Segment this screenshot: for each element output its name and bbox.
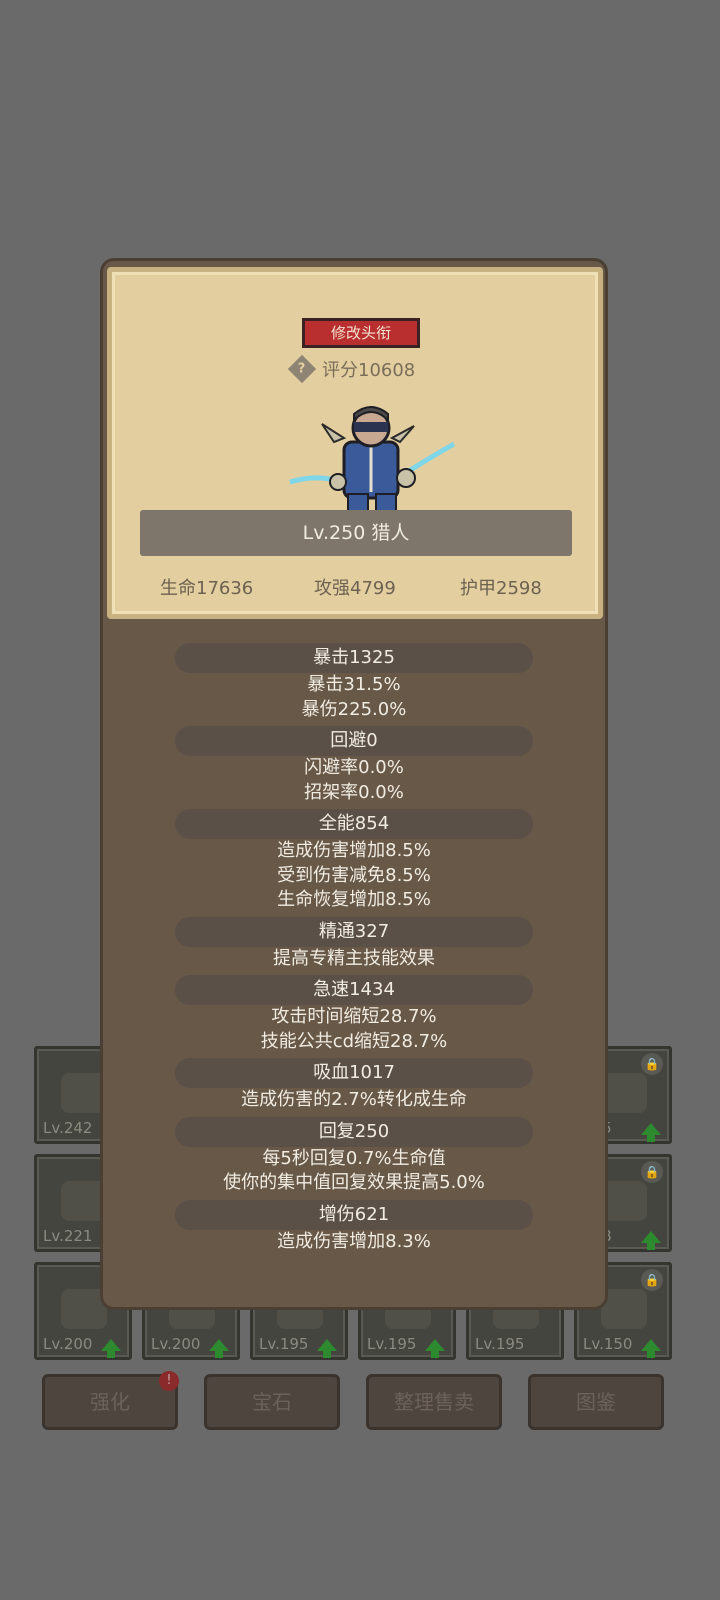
slot-level: Lv.221: [43, 1227, 93, 1245]
stat-detail-line: 每5秒回复0.7%生命值: [262, 1147, 446, 1169]
codex-label: 图鉴: [576, 1390, 616, 1414]
slot-level: Lv.195: [367, 1335, 417, 1353]
alert-badge: !: [159, 1371, 179, 1391]
stat-detail-line: 招架率0.0%: [304, 781, 404, 803]
hunter-character-portrait: [289, 406, 456, 515]
character-stats-dialog: 修改头衔 ? 评分10608 Lv.250 猎人 生命17636 攻强4799 …: [100, 258, 608, 1310]
armor-stat: 护甲2598: [460, 578, 542, 599]
rename-title-button[interactable]: 修改头衔: [302, 318, 420, 348]
lock-icon: 🔒: [641, 1053, 663, 1075]
hp-stat: 生命17636: [160, 578, 254, 599]
stat-detail-line: 造成伤害增加8.3%: [277, 1230, 431, 1252]
lock-icon: 🔒: [641, 1161, 663, 1183]
attack-stat: 攻强4799: [314, 578, 396, 599]
green-up-arrow-icon: [317, 1339, 337, 1358]
stat-detail-line: 造成伤害的2.7%转化成生命: [241, 1089, 467, 1110]
green-up-arrow-icon: [101, 1339, 121, 1358]
green-up-arrow-icon: [641, 1231, 661, 1250]
codex-button[interactable]: 图鉴: [528, 1374, 664, 1430]
stat-detail-line: 提高专精主技能效果: [273, 947, 435, 969]
stat-detail-line: 使你的集中值回复效果提高5.0%: [223, 1172, 485, 1193]
score-row: ? 评分10608: [287, 354, 416, 384]
slot-level: Lv.200: [151, 1335, 201, 1353]
stat-section-title: 暴击1325: [175, 643, 533, 673]
stat-section-title: 吸血1017: [175, 1058, 533, 1088]
stat-section-title: 全能854: [175, 809, 533, 839]
character-header-card: 修改头衔 ? 评分10608 Lv.250 猎人 生命17636 攻强4799 …: [107, 267, 603, 619]
stat-detail-line: 受到伤害减免8.5%: [277, 864, 431, 886]
stat-detail-line: 造成伤害增加8.5%: [277, 840, 431, 861]
gem-button[interactable]: 宝石: [204, 1374, 340, 1430]
stat-section-title: 急速1434: [175, 975, 533, 1005]
green-up-arrow-icon: [425, 1339, 445, 1358]
stat-detail-line: 生命恢复增加8.5%: [277, 889, 431, 910]
help-diamond-icon[interactable]: ?: [287, 354, 317, 384]
score-label: 评分10608: [322, 360, 416, 381]
stat-detail-line: 攻击时间缩短28.7%: [271, 1006, 437, 1027]
sort-sell-label: 整理售卖: [394, 1390, 474, 1414]
gem-label: 宝石: [252, 1390, 292, 1414]
stat-detail-line: 暴伤225.0%: [301, 698, 407, 720]
secondary-stats-list: 暴击1325 暴击31.5% 暴伤225.0% 回避0 闪避率0.0% 招架率0.0% 全能…: [175, 639, 533, 1254]
slot-level: Lv.200: [43, 1335, 93, 1353]
level-class-bar: Lv.250 猎人: [140, 510, 572, 556]
sort-sell-button[interactable]: 整理售卖: [366, 1374, 502, 1430]
slot-level: Lv.242: [43, 1119, 93, 1137]
green-up-arrow-icon: [641, 1123, 661, 1142]
green-up-arrow-icon: [209, 1339, 229, 1358]
slot-level: Lv.150: [583, 1335, 633, 1353]
stat-detail-line: 闪避率0.0%: [304, 757, 404, 778]
stat-detail-line: 技能公共cd缩短28.7%: [260, 1030, 448, 1052]
stat-detail-line: 暴击31.5%: [307, 674, 401, 695]
slot-level: Lv.195: [475, 1335, 525, 1353]
stat-section-title: 精通327: [175, 916, 533, 947]
green-up-arrow-icon: [641, 1339, 661, 1358]
enhance-label: 强化: [90, 1390, 130, 1414]
enhance-button[interactable]: 强化 !: [42, 1371, 179, 1430]
stat-section-title: 回复250: [175, 1116, 533, 1147]
lock-icon: 🔒: [641, 1269, 663, 1291]
stat-section-title: 增伤621: [175, 1199, 533, 1230]
slot-level: Lv.195: [259, 1335, 309, 1353]
stat-section-title: 回避0: [175, 726, 533, 756]
